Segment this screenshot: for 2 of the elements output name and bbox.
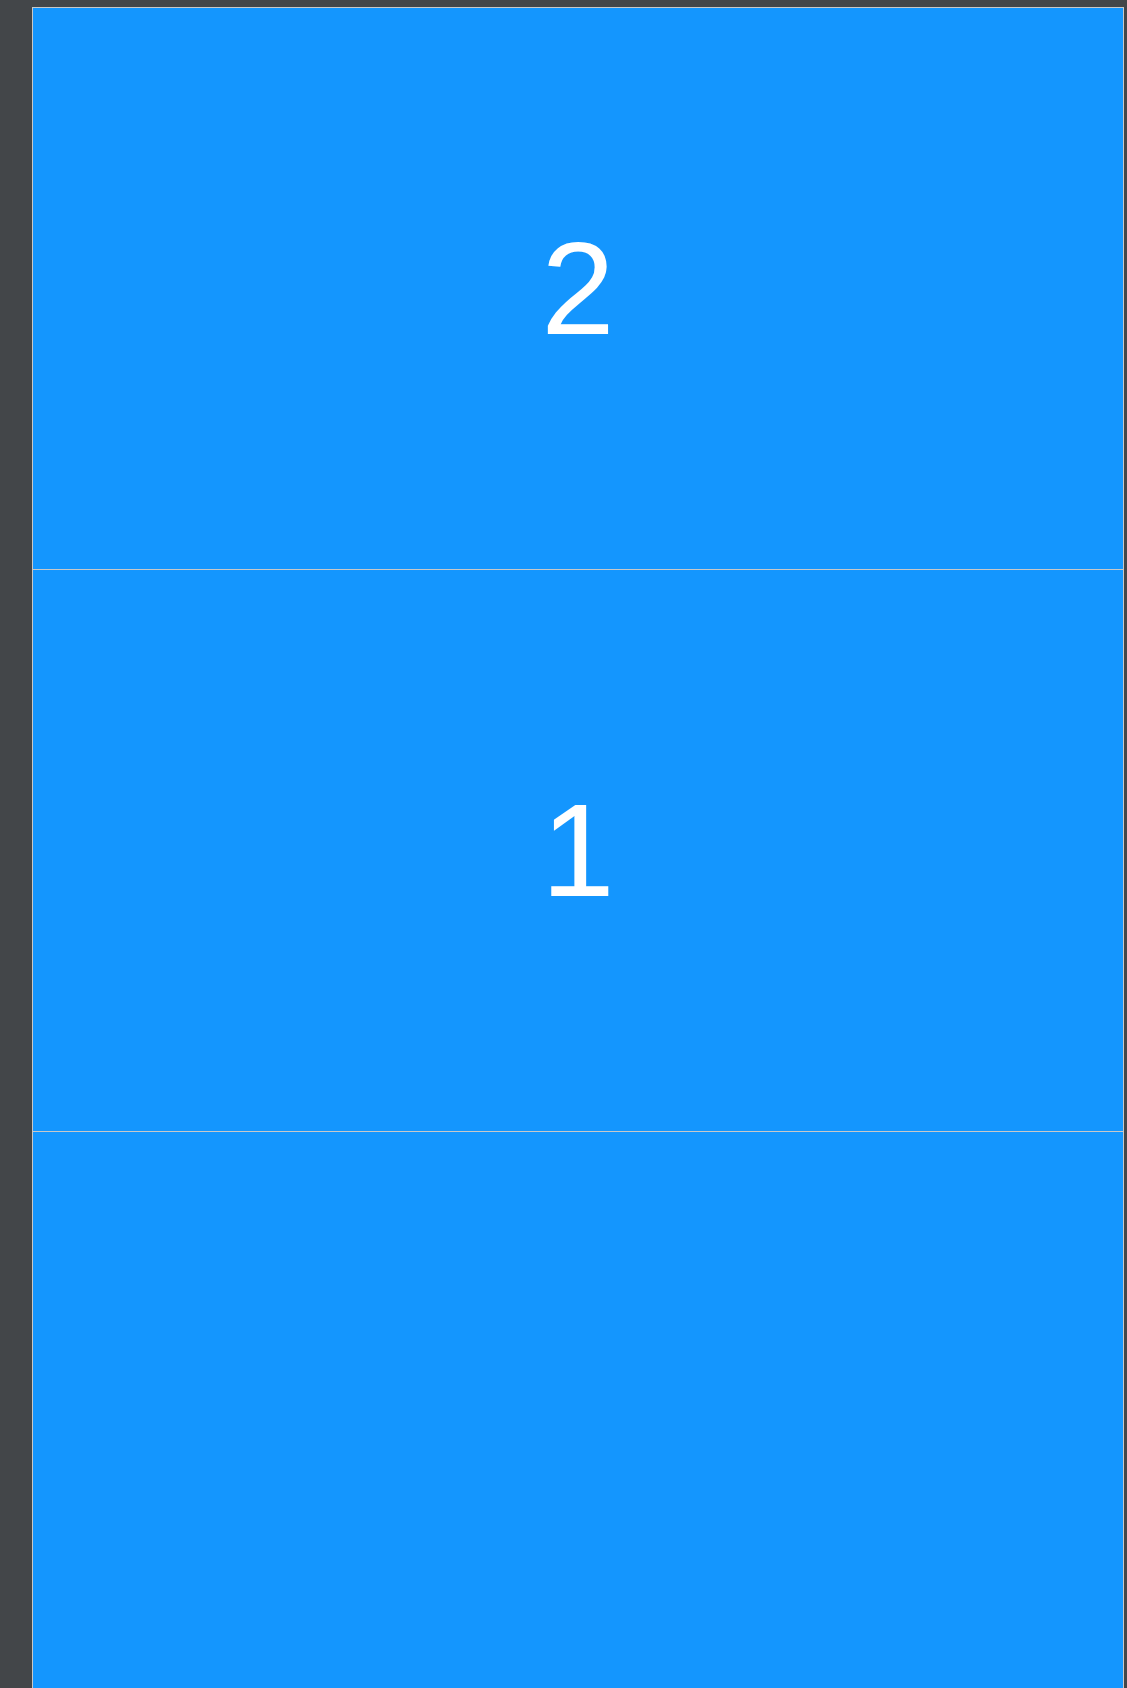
cell-number: 2 (541, 222, 615, 355)
cell-number: 1 (541, 784, 615, 917)
